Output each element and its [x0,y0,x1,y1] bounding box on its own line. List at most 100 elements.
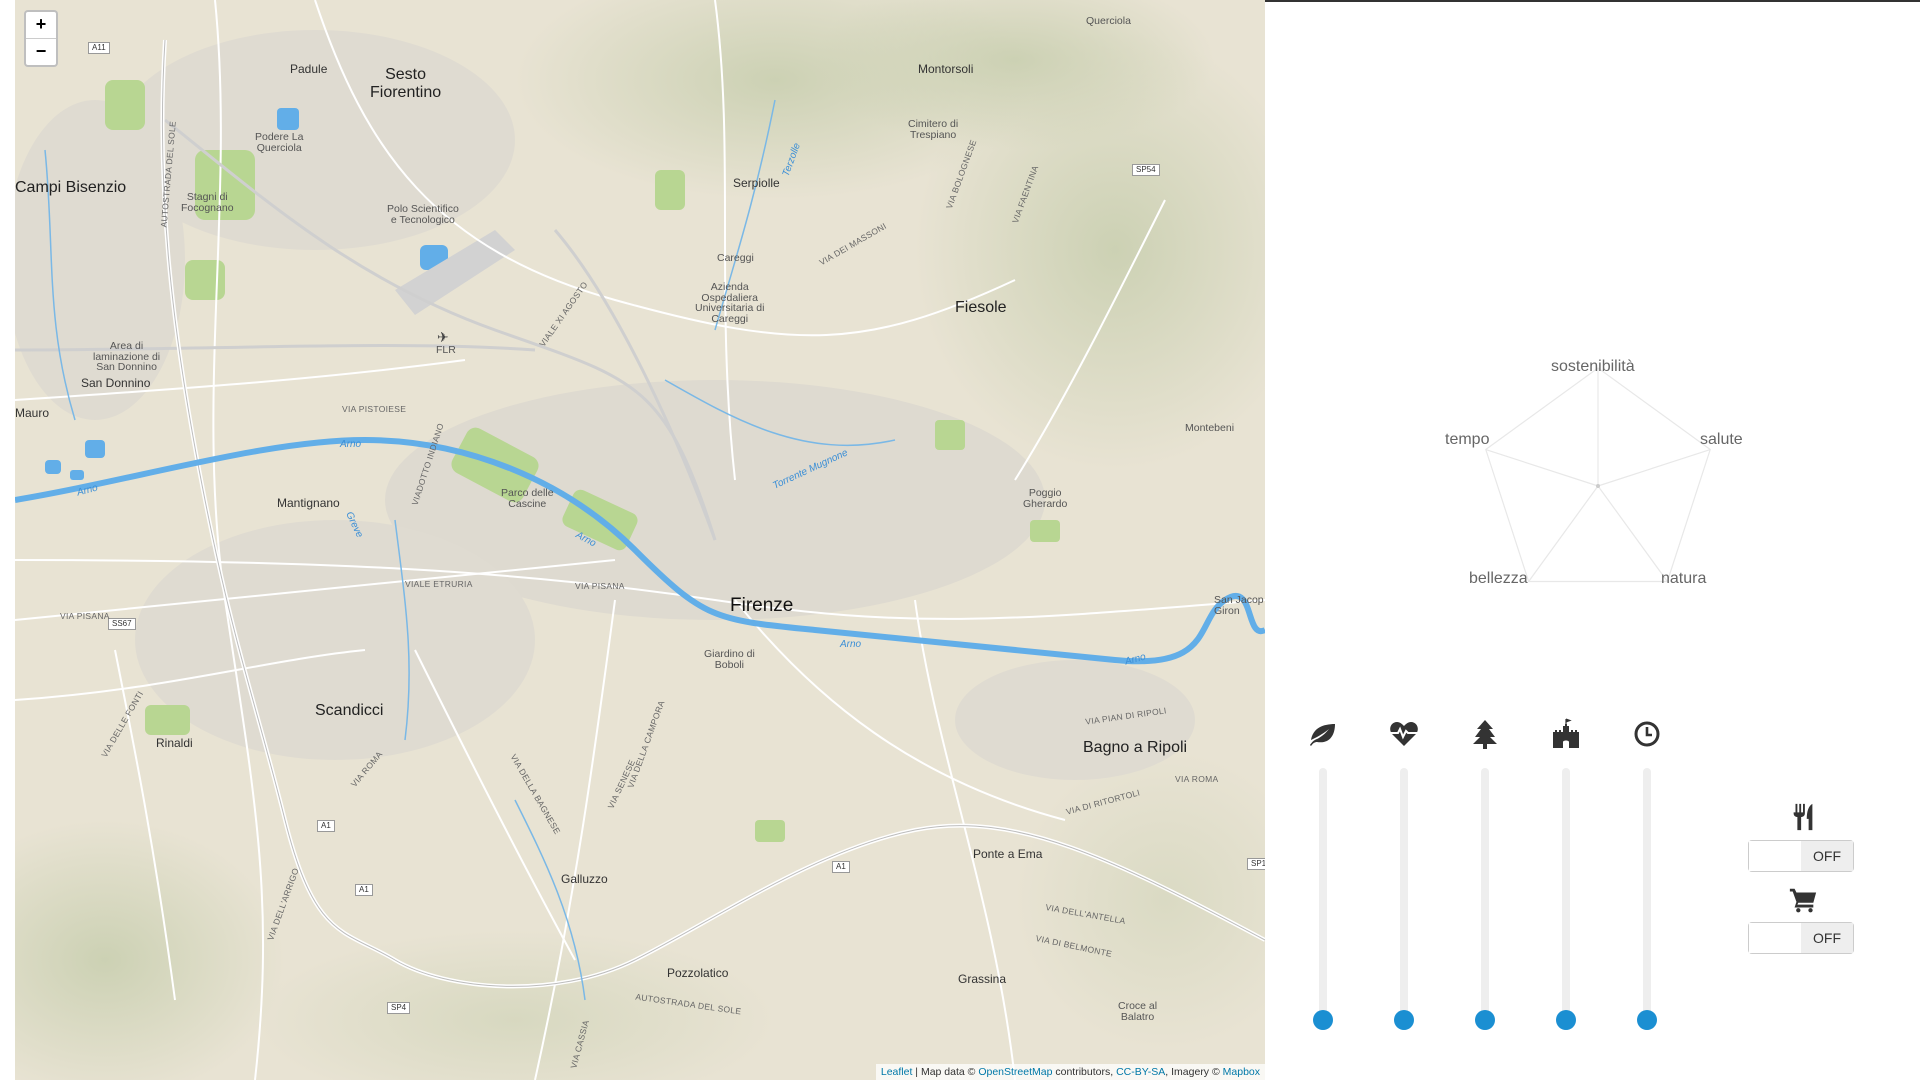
slider-tempo [1627,718,1667,1038]
road-shield-a11: A11 [88,42,110,54]
clock-icon [1634,721,1660,747]
shopping-toggle-switch[interactable]: OFF [1748,922,1854,954]
radar-chart: sostenibilità salute natura bellezza tem… [1420,350,1800,610]
place-label-ponte-a-ema: Ponte a Ema [973,847,1043,861]
place-label-cimitero-trespiano: Cimitero di Trespiano [908,118,959,141]
place-label-parco-cascine: Parco delle Cascine [501,487,554,510]
slider-track[interactable] [1643,768,1651,1020]
map-tiles [15,0,1265,1080]
slider-track[interactable] [1400,768,1408,1020]
place-label-serpiolle: Serpiolle [733,176,780,190]
place-label-fiesole: Fiesole [955,299,1007,316]
place-label-croce-al-balatro: Croce al Balatro [1118,1000,1158,1023]
road-shield-ss67: SS67 [108,618,136,630]
slider-natura [1465,718,1505,1038]
attribution-text: | Map data © [912,1066,979,1078]
airport-code-flr: FLR [436,344,456,356]
toggle-handle [1749,923,1803,953]
slider-knob[interactable] [1394,1010,1414,1030]
place-label-polo-scientifico: Polo Scientifico e Tecnologico [387,203,459,226]
slider-knob[interactable] [1313,1010,1333,1030]
slider-knob[interactable] [1556,1010,1576,1030]
road-shield-a1: A1 [355,884,373,896]
castle-icon [1553,718,1579,748]
map-attribution: Leaflet | Map data © OpenStreetMap contr… [875,1064,1265,1080]
place-label-mauro: Mauro [15,406,50,420]
place-label-giardino-boboli: Giardino di Boboli [704,648,755,671]
place-label-montorsoli: Montorsoli [918,62,974,76]
place-label-area-laminazione: Area di laminazione di San Donnino [93,340,161,373]
place-label-montebeni: Montebeni [1185,422,1235,434]
cart-icon [1789,888,1817,913]
top-border [1265,0,1920,2]
radar-axis-label-salute: salute [1700,431,1743,448]
road-label: VIA ROMA [1175,774,1219,784]
zoom-out-button[interactable]: − [26,38,56,65]
mapbox-link[interactable]: Mapbox [1223,1066,1260,1078]
restaurants-toggle-switch[interactable]: OFF [1748,840,1854,872]
radar-spoke [1528,485,1599,582]
road-shield-a1: A1 [317,820,335,832]
road-label: VIA PISANA [60,611,110,621]
place-label-campi-bisenzio: Campi Bisenzio [15,179,127,196]
toggle-restaurants: OFF [1748,802,1858,872]
place-label-grassina: Grassina [958,972,1007,986]
toggle-state-label: OFF [1801,841,1853,871]
radar-axis-label-tempo: tempo [1445,431,1490,448]
map[interactable]: Sesto Fiorentino Campi Bisenzio Montorso… [15,0,1265,1080]
place-label-scandicci: Scandicci [315,702,384,719]
slider-knob[interactable] [1637,1010,1657,1030]
river-label-arno: Arno [840,639,862,650]
place-label-san-donnino: San Donnino [81,376,151,390]
tree-icon [1473,720,1497,749]
radar-spoke [1485,448,1599,487]
toggle-handle [1749,841,1803,871]
slider-sostenibilita [1303,718,1343,1038]
toggle-shopping: OFF [1748,884,1858,954]
radar-spoke [1597,448,1711,487]
slider-track[interactable] [1319,768,1327,1020]
leaflet-link[interactable]: Leaflet [881,1066,913,1078]
place-label-firenze: Firenze [730,595,794,616]
slider-bellezza [1546,718,1586,1038]
place-label-querciola: Querciola [1086,15,1131,27]
place-label-sesto-fiorentino: Sesto Fiorentino [370,66,442,101]
attribution-text: , Imagery © [1165,1066,1223,1078]
slider-knob[interactable] [1475,1010,1495,1030]
radar-axis-label-sostenibilita: sostenibilità [1551,358,1635,375]
place-label-stagni-di-focognano: Stagni di Focognano [181,191,234,214]
radar-spoke [1597,485,1668,582]
zoom-control: + − [24,10,58,67]
toggle-state-label: OFF [1801,923,1853,953]
cutlery-icon [1793,803,1813,831]
road-shield-a1: A1 [832,861,850,873]
river-label-arno: Arno [340,439,362,450]
place-label-careggi: Careggi [717,252,754,264]
road-shield-sp4: SP4 [387,1002,411,1014]
zoom-in-button[interactable]: + [26,12,56,38]
attribution-text: contributors, [1052,1066,1117,1078]
place-label-san-jacopo: San Jacop Giron [1214,594,1264,617]
road-label: VIA PISANA [575,581,625,591]
place-label-bagno-a-ripoli: Bagno a Ripoli [1083,739,1188,756]
road-shield-sp1: SP1 [1247,858,1265,870]
place-label-poggio-gherardo: Poggio Gherardo [1023,487,1068,510]
slider-track[interactable] [1562,768,1570,1020]
place-label-azienda-careggi: Azienda Ospedaliera Universitaria di Car… [695,281,765,325]
place-label-rinaldi: Rinaldi [156,736,193,750]
radar-axis-label-bellezza: bellezza [1469,570,1528,587]
openstreetmap-link[interactable]: OpenStreetMap [978,1066,1052,1078]
cc-by-sa-link[interactable]: CC-BY-SA [1116,1066,1165,1078]
radar-axis-label-natura: natura [1661,570,1707,587]
airplane-icon: ✈ [437,329,449,345]
place-label-pozzolatico: Pozzolatico [667,966,729,980]
slider-track[interactable] [1481,768,1489,1020]
place-label-galluzzo: Galluzzo [561,872,608,886]
place-label-mantignano: Mantignano [277,496,340,510]
radar-center-point [1596,484,1600,488]
place-label-padule: Padule [290,62,328,76]
slider-salute [1384,718,1424,1038]
road-shield-sp54: SP54 [1132,164,1160,176]
road-label: VIA PISTOIESE [342,404,407,414]
place-label-podere-la-querciola: Podere La Querciola [255,131,304,154]
